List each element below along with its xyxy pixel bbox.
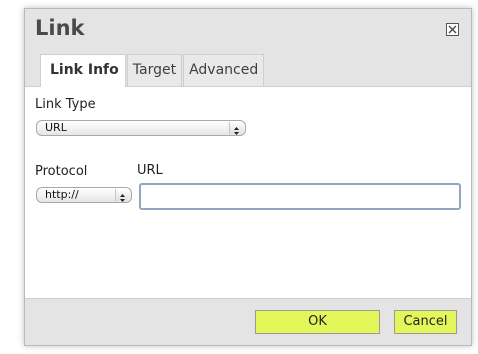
url-input[interactable] [139,183,461,210]
link-type-value: URL [45,121,67,134]
tab-bar: Link Info Target Advanced [40,54,265,87]
tab-target[interactable]: Target [126,54,183,86]
dialog-title: Link [35,16,85,40]
link-type-select[interactable]: URL [36,120,246,136]
dialog-footer: OK Cancel [25,298,471,345]
close-icon[interactable] [446,23,459,36]
tab-advanced[interactable]: Advanced [183,54,265,86]
protocol-select[interactable]: http:// [36,187,132,203]
link-dialog: Link Link Info Target Advanced Link Type… [24,8,472,346]
select-arrows-icon [229,122,243,135]
dialog-header: Link Link Info Target Advanced [25,9,471,87]
tab-link-info[interactable]: Link Info [40,54,126,87]
dialog-body: Link Type URL Protocol URL http:// [25,87,471,299]
cancel-button[interactable]: Cancel [394,310,457,334]
ok-button[interactable]: OK [255,310,380,334]
select-arrows-icon [115,189,129,202]
link-type-label: Link Type [35,97,96,112]
protocol-label: Protocol [35,164,88,179]
protocol-value: http:// [45,188,79,201]
url-label: URL [137,163,163,178]
